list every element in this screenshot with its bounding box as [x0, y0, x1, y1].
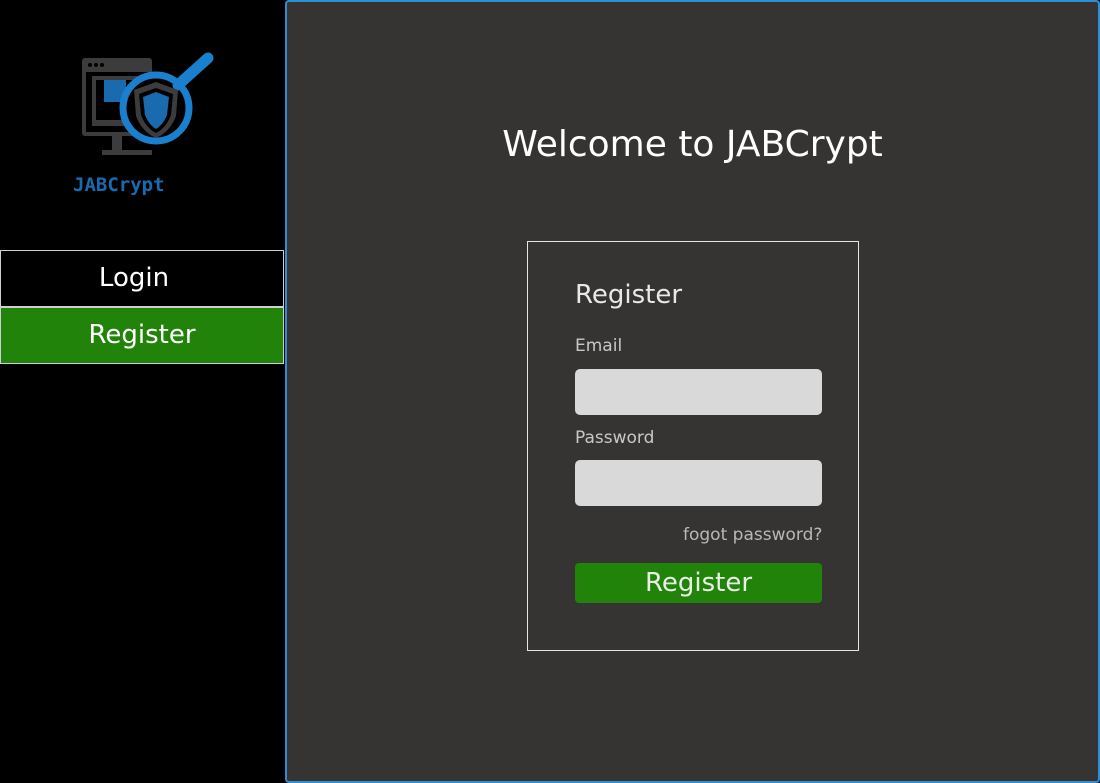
password-label: Password: [575, 428, 655, 448]
page-title: Welcome to JABCrypt: [502, 124, 883, 165]
sidebar-item-login[interactable]: Login: [0, 250, 284, 307]
forgot-password-link[interactable]: fogot password?: [683, 525, 822, 545]
monitor-magnifier-shield-icon: [82, 52, 214, 155]
app-logo: JABCrypt: [70, 50, 220, 200]
logo-text: JABCrypt: [73, 174, 165, 196]
sidebar-item-label: Register: [88, 320, 196, 350]
email-field[interactable]: [575, 369, 822, 415]
email-label: Email: [575, 336, 623, 356]
sidebar-item-label: Login: [98, 263, 170, 293]
register-card: Register Email Password fogot password? …: [527, 241, 859, 651]
form-title: Register: [575, 280, 683, 310]
sidebar: JABCrypt Login Register: [0, 0, 284, 783]
password-field[interactable]: [575, 460, 822, 506]
main-panel: Welcome to JABCrypt Register Email Passw…: [285, 0, 1100, 783]
register-button[interactable]: Register: [575, 563, 822, 603]
sidebar-item-register[interactable]: Register: [0, 307, 284, 364]
